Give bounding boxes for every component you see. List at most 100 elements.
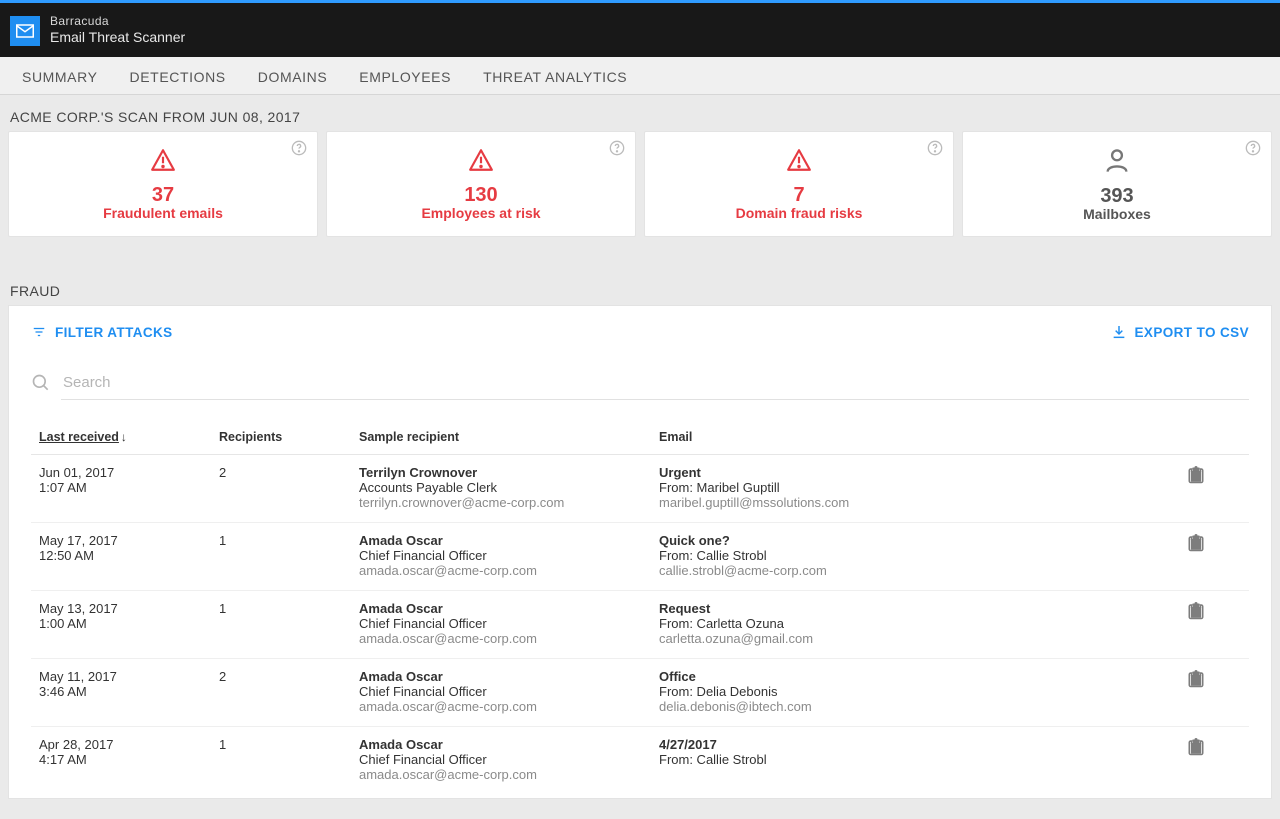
nav-employees[interactable]: EMPLOYEES [345, 59, 465, 93]
scan-title: ACME CORP.'S SCAN FROM JUN 08, 2017 [8, 95, 1272, 131]
row-recipient-addr: terrilyn.crownover@acme-corp.com [359, 495, 643, 510]
filter-attacks-label: FILTER ATTACKS [55, 325, 173, 340]
brand-logo [10, 16, 40, 46]
table-row[interactable]: May 11, 20173:46 AM 2 Amada OscarChief Fin… [31, 659, 1249, 727]
search-icon [31, 373, 51, 393]
card-value: 393 [1100, 185, 1133, 208]
help-icon[interactable] [1245, 140, 1261, 166]
row-date: May 13, 2017 [39, 601, 203, 616]
row-recipient-name: Terrilyn Crownover [359, 465, 643, 480]
row-subject: 4/27/2017 [659, 737, 1111, 752]
help-icon[interactable] [291, 140, 307, 166]
help-icon[interactable] [609, 140, 625, 166]
row-time: 1:00 AM [39, 616, 203, 631]
row-recipient-name: Amada Oscar [359, 669, 643, 684]
card-value: 37 [152, 184, 174, 207]
row-subject: Quick one? [659, 533, 1111, 548]
row-recipient-role: Chief Financial Officer [359, 616, 643, 631]
card-icon [1103, 146, 1131, 185]
card-label: Employees at risk [421, 205, 540, 221]
row-recipient-name: Amada Oscar [359, 601, 643, 616]
summary-card[interactable]: 37Fraudulent emails [8, 131, 318, 237]
row-recipient-addr: amada.oscar@acme-corp.com [359, 699, 643, 714]
card-value: 7 [793, 184, 804, 207]
table-row[interactable]: Jun 01, 20171:07 AM 2 Terrilyn CrownoverAc… [31, 455, 1249, 523]
row-date: Jun 01, 2017 [39, 465, 203, 480]
row-from-addr: maribel.guptill@mssolutions.com [659, 495, 1111, 510]
clipboard-icon[interactable] [1187, 669, 1205, 689]
export-csv-label: EXPORT TO CSV [1135, 325, 1249, 340]
col-email[interactable]: Email [651, 420, 1119, 455]
summary-card[interactable]: 130Employees at risk [326, 131, 636, 237]
clipboard-icon[interactable] [1187, 465, 1205, 485]
col-recipients[interactable]: Recipients [211, 420, 351, 455]
row-recipient-role: Chief Financial Officer [359, 548, 643, 563]
row-recipient-role: Chief Financial Officer [359, 752, 643, 767]
clipboard-icon[interactable] [1187, 533, 1205, 553]
summary-card[interactable]: 7Domain fraud risks [644, 131, 954, 237]
row-from: From: Maribel Guptill [659, 480, 1111, 495]
row-from-addr: callie.strobl@acme-corp.com [659, 563, 1111, 578]
row-recipient-addr: amada.oscar@acme-corp.com [359, 767, 643, 782]
row-time: 1:07 AM [39, 480, 203, 495]
envelope-icon [16, 24, 34, 38]
app-header: Barracuda Email Threat Scanner [0, 3, 1280, 57]
row-recipients: 2 [211, 455, 351, 523]
row-date: May 11, 2017 [39, 669, 203, 684]
card-label: Domain fraud risks [736, 205, 863, 221]
table-row[interactable]: May 13, 20171:00 AM 1 Amada OscarChief Fin… [31, 591, 1249, 659]
brand-name: Barracuda [50, 14, 185, 29]
fraud-panel: FILTER ATTACKS EXPORT TO CSV Last receiv… [8, 305, 1272, 799]
sort-desc-icon: ↓ [121, 430, 127, 444]
row-recipients: 1 [211, 523, 351, 591]
download-icon [1111, 324, 1127, 340]
row-subject: Urgent [659, 465, 1111, 480]
row-date: Apr 28, 2017 [39, 737, 203, 752]
card-label: Fraudulent emails [103, 205, 223, 221]
clipboard-icon[interactable] [1187, 601, 1205, 621]
row-recipients: 2 [211, 659, 351, 727]
row-time: 12:50 AM [39, 548, 203, 563]
table-row[interactable]: Apr 28, 20174:17 AM 1 Amada OscarChief Fin… [31, 727, 1249, 795]
table-row[interactable]: May 17, 201712:50 AM 1 Amada OscarChief Fi… [31, 523, 1249, 591]
row-recipient-role: Accounts Payable Clerk [359, 480, 643, 495]
row-recipient-role: Chief Financial Officer [359, 684, 643, 699]
export-csv-button[interactable]: EXPORT TO CSV [1111, 324, 1249, 340]
row-recipient-addr: amada.oscar@acme-corp.com [359, 563, 643, 578]
fraud-section-title: FRAUD [8, 269, 1272, 305]
row-recipients: 1 [211, 591, 351, 659]
summary-card[interactable]: 393Mailboxes [962, 131, 1272, 237]
product-name: Email Threat Scanner [50, 29, 185, 47]
row-from: From: Delia Debonis [659, 684, 1111, 699]
nav-summary[interactable]: SUMMARY [8, 59, 112, 93]
main-nav: SUMMARY DETECTIONS DOMAINS EMPLOYEES THR… [0, 57, 1280, 95]
row-time: 3:46 AM [39, 684, 203, 699]
row-from-addr: carletta.ozuna@gmail.com [659, 631, 1111, 646]
row-time: 4:17 AM [39, 752, 203, 767]
card-icon [785, 147, 813, 184]
nav-domains[interactable]: DOMAINS [244, 59, 342, 93]
search-input[interactable] [61, 366, 1249, 400]
nav-threat-analytics[interactable]: THREAT ANALYTICS [469, 59, 641, 93]
col-sample-recipient[interactable]: Sample recipient [351, 420, 651, 455]
help-icon[interactable] [927, 140, 943, 166]
row-subject: Office [659, 669, 1111, 684]
row-from-addr: delia.debonis@ibtech.com [659, 699, 1111, 714]
row-from: From: Carletta Ozuna [659, 616, 1111, 631]
clipboard-icon[interactable] [1187, 737, 1205, 757]
row-date: May 17, 2017 [39, 533, 203, 548]
nav-detections[interactable]: DETECTIONS [116, 59, 240, 93]
filter-icon [31, 325, 47, 339]
filter-attacks-button[interactable]: FILTER ATTACKS [31, 325, 173, 340]
row-recipient-addr: amada.oscar@acme-corp.com [359, 631, 643, 646]
row-recipients: 1 [211, 727, 351, 795]
col-last-received[interactable]: Last received↓ [31, 420, 211, 455]
row-subject: Request [659, 601, 1111, 616]
card-icon [467, 147, 495, 184]
card-label: Mailboxes [1083, 206, 1151, 222]
card-icon [149, 147, 177, 184]
row-recipient-name: Amada Oscar [359, 533, 643, 548]
row-from: From: Callie Strobl [659, 548, 1111, 563]
card-value: 130 [464, 184, 497, 207]
row-recipient-name: Amada Oscar [359, 737, 643, 752]
